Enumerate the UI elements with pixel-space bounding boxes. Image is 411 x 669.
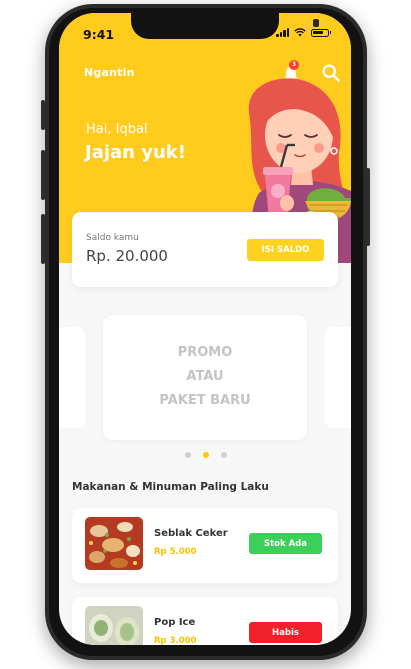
battery-icon	[311, 28, 331, 37]
product-card-1[interactable]: Pop Ice Rp 3.000 Habis	[72, 597, 338, 645]
power-button	[366, 168, 370, 246]
product-image-seblak-ceker	[85, 517, 143, 570]
promo-line: ATAU	[186, 369, 224, 384]
app-title: Ngantin	[84, 66, 135, 79]
carousel-dot[interactable]	[185, 452, 191, 458]
app-screen: 9:41 Ngantin 3 Hai, Iqbal Jajan yuk! Sal…	[59, 13, 351, 645]
section-title: Makanan & Minuman Paling Laku	[72, 481, 269, 493]
promo-card[interactable]: PROMO ATAU PAKET BARU	[103, 315, 307, 440]
product-name: Seblak Ceker	[154, 528, 228, 539]
carousel-indicator	[185, 452, 227, 458]
balance-value: Rp. 20.000	[86, 247, 168, 265]
product-price: Rp 3.000	[154, 636, 197, 645]
promo-card-previous[interactable]	[59, 327, 85, 428]
wifi-icon	[294, 28, 306, 37]
volume-down-button	[41, 214, 45, 264]
carousel-dot[interactable]	[203, 452, 209, 458]
seblak-ceker-image	[85, 517, 143, 570]
headline-text: Jajan yuk!	[85, 142, 186, 163]
balance-label: Saldo kamu	[86, 233, 139, 243]
volume-up-button	[41, 150, 45, 200]
product-image-pop-ice	[85, 606, 143, 645]
carousel-dot[interactable]	[221, 452, 227, 458]
stock-status-button[interactable]: Stok Ada	[249, 533, 322, 554]
product-name: Pop Ice	[154, 617, 196, 628]
product-card-0[interactable]: Seblak Ceker Rp 5.000 Stok Ada	[72, 508, 338, 583]
topup-button[interactable]: ISI SALDO	[247, 239, 324, 261]
mute-switch	[41, 100, 45, 130]
greeting-text: Hai, Iqbal	[86, 122, 148, 137]
promo-card-next[interactable]	[325, 327, 351, 428]
promo-line: PROMO	[177, 345, 233, 360]
balance-card: Saldo kamu Rp. 20.000 ISI SALDO	[72, 212, 338, 287]
notch	[131, 13, 319, 39]
signal-icon	[276, 28, 289, 37]
product-price: Rp 5.000	[154, 547, 197, 557]
promo-line: PAKET BARU	[159, 393, 251, 408]
status-time: 9:41	[83, 27, 115, 42]
camera	[313, 19, 319, 27]
notification-badge: 3	[289, 60, 299, 70]
pop-ice-image	[85, 606, 143, 645]
status-icons	[276, 28, 331, 37]
promo-text: PROMO ATAU PAKET BARU	[103, 341, 307, 413]
stock-status-button[interactable]: Habis	[249, 622, 322, 643]
